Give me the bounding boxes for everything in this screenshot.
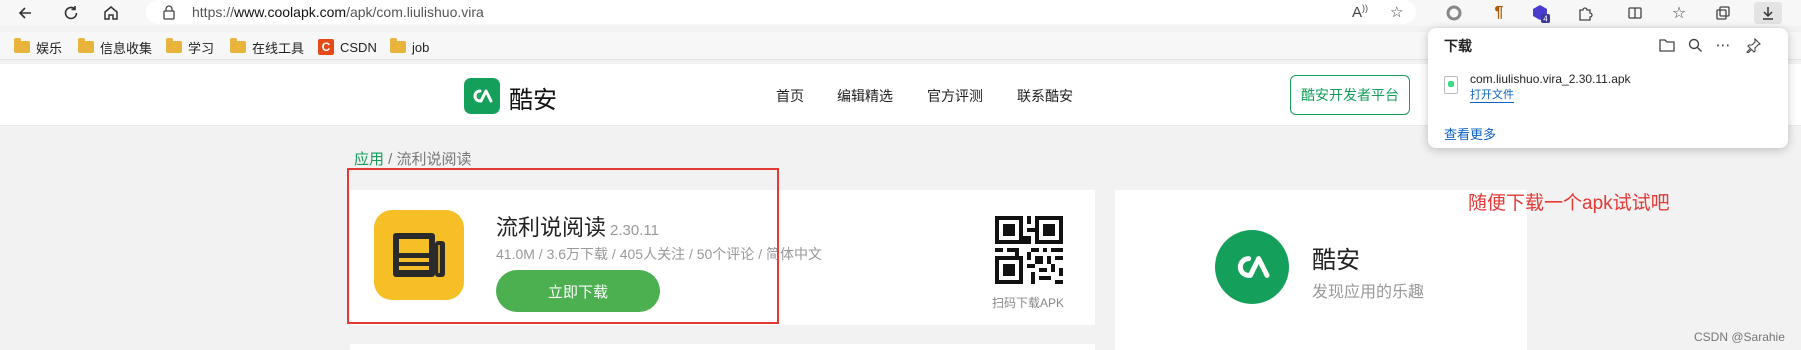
bookmark-label: 在线工具 [252,40,305,56]
breadcrumb: 应用 / 流利说阅读 [354,148,472,169]
coolapk-logo-icon[interactable] [464,78,500,114]
annotation-text: 随便下载一个apk试试吧 [1468,193,1670,214]
bookmark-label: 学习 [188,40,215,56]
bookmark-label: job [412,39,430,55]
bookmark-entertainment[interactable]: 娱乐 [14,38,62,56]
more-options-icon[interactable]: ⋯ [1712,34,1734,56]
download-icon[interactable] [1754,2,1782,24]
nav-contact[interactable]: 联系酷安 [1017,86,1073,106]
see-more-link[interactable]: 查看更多 [1444,124,1496,143]
csdn-watermark: CSDN @Sarahie [1694,330,1785,344]
home-icon[interactable] [100,2,122,24]
url-host: www.coolapk.com [234,4,347,20]
folder-icon [230,38,246,53]
side-card-subtitle: 发现应用的乐趣 [1312,284,1425,301]
bookmark-info-collection[interactable]: 信息收集 [78,38,152,56]
search-icon[interactable] [1684,34,1706,56]
back-icon[interactable] [14,2,36,24]
url-text[interactable]: https://www.coolapk.com/apk/com.liulishu… [192,4,484,20]
highlight-box [347,168,779,324]
pin-icon[interactable] [1742,34,1764,56]
downloads-panel-title: 下载 [1444,38,1472,54]
bookmark-job[interactable]: job [390,38,429,56]
breadcrumb-apps-link[interactable]: 应用 [354,151,384,168]
bookmark-study[interactable]: 学习 [166,38,214,56]
open-file-link[interactable]: 打开文件 [1470,89,1514,103]
favorites-icon[interactable]: ☆ [1668,2,1690,24]
qr-code-label: 扫码下载APK [992,296,1065,310]
nav-home[interactable]: 首页 [776,86,804,106]
coolapk-circle-logo-icon [1215,230,1289,304]
bookmark-label: 信息收集 [100,40,153,56]
refresh-icon[interactable] [60,2,82,24]
folder-icon [14,38,30,53]
downloaded-file-name[interactable]: com.liulishuo.vira_2.30.11.apk [1470,72,1631,86]
nav-editor-picks[interactable]: 编辑精选 [837,86,893,106]
folder-icon [390,38,406,53]
nav-official-reviews[interactable]: 官方评测 [927,86,983,106]
open-folder-icon[interactable] [1656,34,1678,56]
bookmark-online-tools[interactable]: 在线工具 [230,38,304,56]
split-screen-icon[interactable] [1624,2,1646,24]
collections-icon[interactable] [1712,2,1734,24]
extension-cube-icon[interactable]: 4 [1530,2,1552,24]
breadcrumb-separator: / [384,151,397,168]
side-promo-card: 酷安 发现应用的乐趣 [1115,190,1527,350]
bookmark-csdn[interactable]: C CSDN [318,38,377,56]
folder-icon [166,38,182,53]
favorite-star-icon[interactable]: ☆ [1390,3,1403,21]
site-logo-text[interactable]: 酷安 [509,80,557,115]
next-section-strip [350,344,1095,350]
paragraph-extension-icon[interactable]: ¶ [1488,2,1510,24]
folder-icon [78,38,94,53]
bookmark-label: CSDN [340,39,377,55]
url-scheme: https:// [192,4,235,20]
url-path: /apk/com.liulishuo.vira [346,4,484,20]
extension-badge: 4 [1543,15,1548,24]
developer-platform-button[interactable]: 酷安开发者平台 [1290,75,1410,115]
lock-icon[interactable] [162,4,176,20]
address-bar[interactable]: https://www.coolapk.com/apk/com.liulishu… [146,0,1416,24]
browser-toolbar: https://www.coolapk.com/apk/com.liulishu… [0,0,1801,26]
breadcrumb-current: 流利说阅读 [396,151,472,168]
extension-circle-icon[interactable] [1443,2,1465,24]
csdn-icon: C [318,39,334,55]
puzzle-extensions-icon[interactable] [1574,2,1596,24]
read-aloud-icon[interactable]: A)) [1352,3,1368,21]
downloads-panel: 下载 ⋯ com.liulishuo.vira_2.30.11.apk 打开文件… [1428,28,1788,148]
side-card-title: 酷安 [1312,247,1360,274]
apk-file-icon [1444,76,1458,94]
bookmark-label: 娱乐 [36,40,63,56]
qr-code-icon[interactable] [995,216,1063,284]
